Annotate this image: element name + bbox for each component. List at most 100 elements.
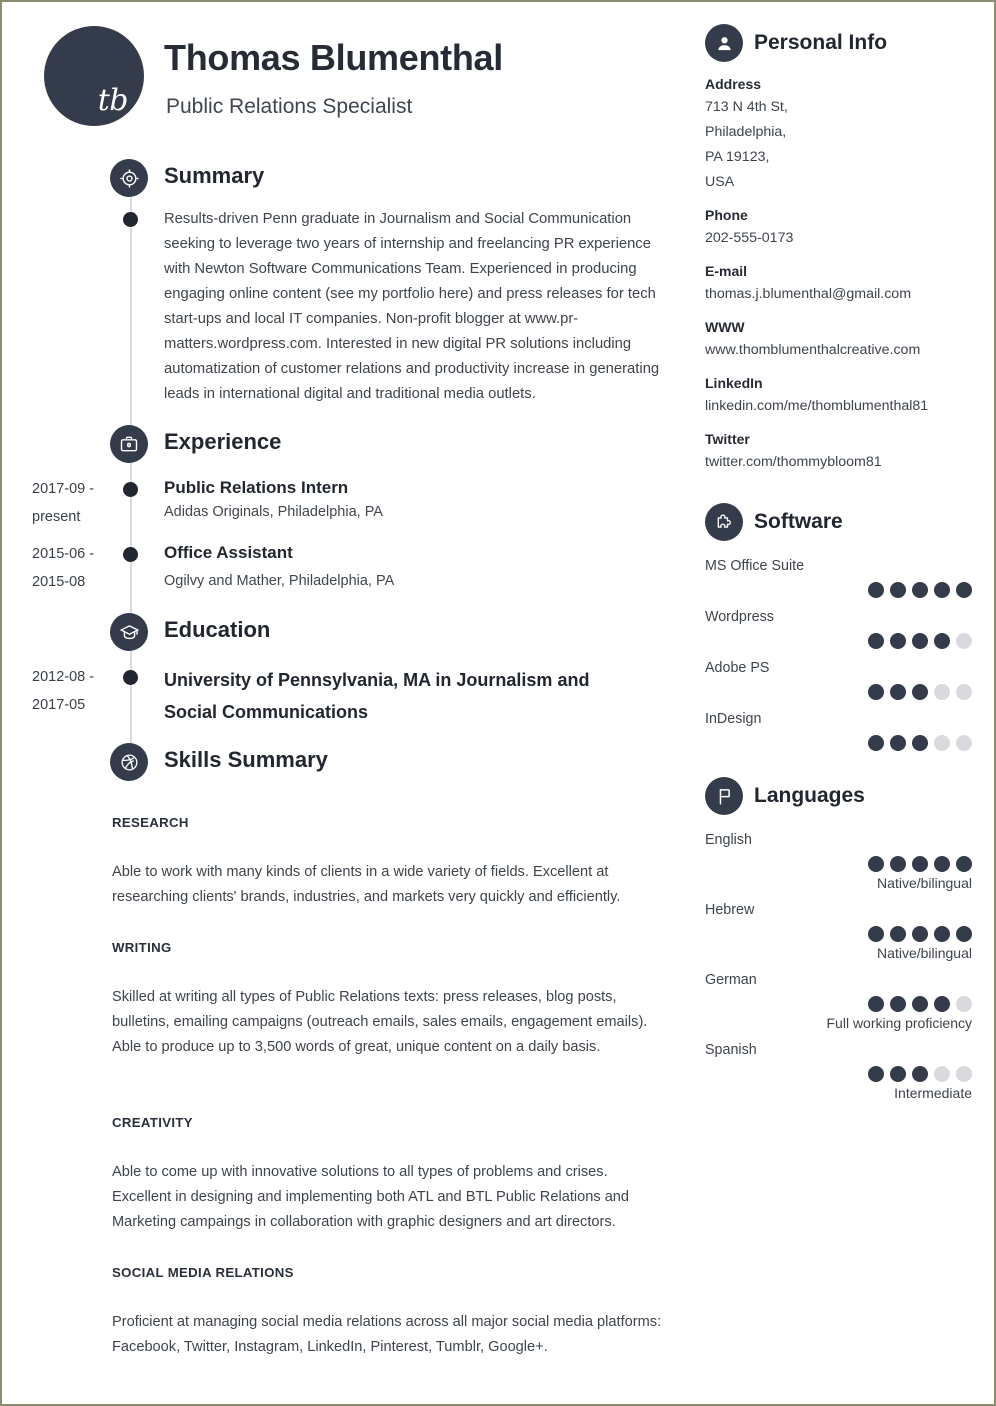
skill-heading-creativity: CREATIVITY: [112, 1115, 193, 1130]
info-value: Philadelphia,: [705, 124, 787, 140]
page-title: Thomas Blumenthal: [164, 37, 503, 78]
software-name: Adobe PS: [705, 660, 770, 676]
info-group-phone: Phone 202-555-0173: [705, 207, 972, 251]
info-value[interactable]: twitter.com/thommybloom81: [705, 450, 972, 475]
job-title: Public Relations Specialist: [166, 95, 413, 118]
rating-dots: [705, 735, 972, 751]
experience-job-title: Office Assistant: [164, 543, 293, 562]
resume-main-column: tb Thomas Blumenthal Public Relations Sp…: [2, 2, 686, 1404]
software-row: MS Office Suite: [705, 555, 972, 598]
education-degree-line1: University of Pennsylvania, MA in Journa…: [164, 670, 590, 690]
info-group-twitter: Twitter twitter.com/thommybloom81: [705, 431, 972, 475]
info-value[interactable]: www.thomblumenthalcreative.com: [705, 338, 972, 363]
rating-dot: [956, 996, 972, 1012]
rating-dots: [705, 1066, 972, 1082]
experience-date-line1: 2015-06 -: [32, 546, 95, 562]
language-level: Native/bilingual: [877, 875, 972, 891]
section-header-experience: Experience: [2, 425, 686, 469]
graduation-cap-icon: [110, 613, 148, 651]
section-header-personal-info: Personal Info: [705, 24, 972, 62]
experience-date: 2017-09 - present: [32, 475, 120, 531]
software-section: Software MS Office Suite Wordpress Adobe…: [705, 503, 972, 751]
user-avatar-icon: [705, 24, 743, 62]
software-row: Adobe PS: [705, 657, 972, 700]
software-row: InDesign: [705, 708, 972, 751]
experience-date-line1: 2017-09 -: [32, 481, 95, 497]
experience-job-title: Public Relations Intern: [164, 478, 349, 497]
rating-dot: [912, 684, 928, 700]
rating-dot: [868, 926, 884, 942]
rating-dot: [934, 996, 950, 1012]
rating-dot: [890, 582, 906, 598]
info-value: 713 N 4th St,: [705, 99, 788, 115]
rating-dots: [705, 926, 972, 942]
software-name: InDesign: [705, 711, 762, 727]
section-title-software: Software: [754, 510, 843, 533]
resume-page: tb Thomas Blumenthal Public Relations Sp…: [0, 0, 996, 1406]
language-row: English Native/bilingual: [705, 829, 972, 891]
info-value[interactable]: linkedin.com/me/thomblumenthal81: [705, 394, 972, 419]
rating-dot: [934, 735, 950, 751]
summary-text: Results-driven Penn graduate in Journali…: [164, 211, 660, 402]
resume-header: tb Thomas Blumenthal Public Relations Sp…: [2, 2, 686, 136]
language-row: Hebrew Native/bilingual: [705, 899, 972, 961]
timeline-bullet: [123, 482, 138, 497]
rating-dots: [705, 996, 972, 1012]
skill-text-social-media: Proficient at managing social media rela…: [112, 1314, 662, 1355]
rating-dot: [868, 633, 884, 649]
software-name: Wordpress: [705, 609, 774, 625]
rating-dot: [912, 856, 928, 872]
skill-text-creativity: Able to come up with innovative solution…: [112, 1164, 630, 1230]
rating-dots: [705, 856, 972, 872]
skill-heading-research: RESEARCH: [112, 815, 189, 830]
rating-dot: [956, 735, 972, 751]
info-group-address: Address 713 N 4th St, Philadelphia, PA 1…: [705, 76, 972, 195]
rating-dot: [890, 735, 906, 751]
rating-dot: [868, 1066, 884, 1082]
language-level: Full working proficiency: [826, 1015, 973, 1031]
section-title-education: Education: [164, 617, 271, 642]
rating-dots: [705, 684, 972, 700]
rating-dot: [934, 856, 950, 872]
rating-dot: [868, 996, 884, 1012]
section-header-software: Software: [705, 503, 972, 541]
info-label: Phone: [705, 207, 748, 223]
info-label: Twitter: [705, 431, 750, 447]
info-label: LinkedIn: [705, 375, 763, 391]
section-title-skills-summary: Skills Summary: [164, 747, 328, 772]
info-label: E-mail: [705, 263, 748, 279]
skill-text-writing: Skilled at writing all types of Public R…: [112, 989, 648, 1055]
timeline-bullet: [123, 212, 138, 227]
puzzle-piece-icon: [705, 503, 743, 541]
section-title-experience: Experience: [164, 429, 282, 454]
rating-dots: [705, 633, 972, 649]
avatar: tb: [44, 26, 144, 126]
language-row: Spanish Intermediate: [705, 1039, 972, 1101]
rating-dot: [912, 735, 928, 751]
info-group-www: WWW www.thomblumenthalcreative.com: [705, 319, 972, 363]
rating-dot: [912, 996, 928, 1012]
target-icon: [110, 159, 148, 197]
skill-text-research: Able to work with many kinds of clients …: [112, 864, 621, 905]
avatar-monogram: tb: [97, 83, 129, 118]
rating-dot: [890, 926, 906, 942]
rating-dot: [956, 633, 972, 649]
resume-sidebar: Personal Info Address 713 N 4th St, Phil…: [686, 2, 994, 1404]
education-degree: University of Pennsylvania, MA in Journa…: [164, 664, 589, 728]
language-row: German Full working proficiency: [705, 969, 972, 1031]
language-name: German: [705, 972, 757, 988]
rating-dot: [956, 1066, 972, 1082]
experience-date-line2: present: [32, 509, 81, 525]
language-level: Intermediate: [894, 1085, 972, 1101]
timeline-bullet: [123, 547, 138, 562]
rating-dot: [868, 684, 884, 700]
rating-dot: [890, 996, 906, 1012]
info-value[interactable]: thomas.j.blumenthal@gmail.com: [705, 282, 972, 307]
rating-dot: [912, 926, 928, 942]
experience-date-line2: 2015-08: [32, 574, 86, 590]
languages-section: Languages English Native/bilingual Hebre…: [705, 777, 972, 1101]
rating-dot: [912, 1066, 928, 1082]
experience-date: 2015-06 - 2015-08: [32, 540, 120, 596]
section-title-personal-info: Personal Info: [754, 31, 888, 54]
rating-dot: [956, 926, 972, 942]
